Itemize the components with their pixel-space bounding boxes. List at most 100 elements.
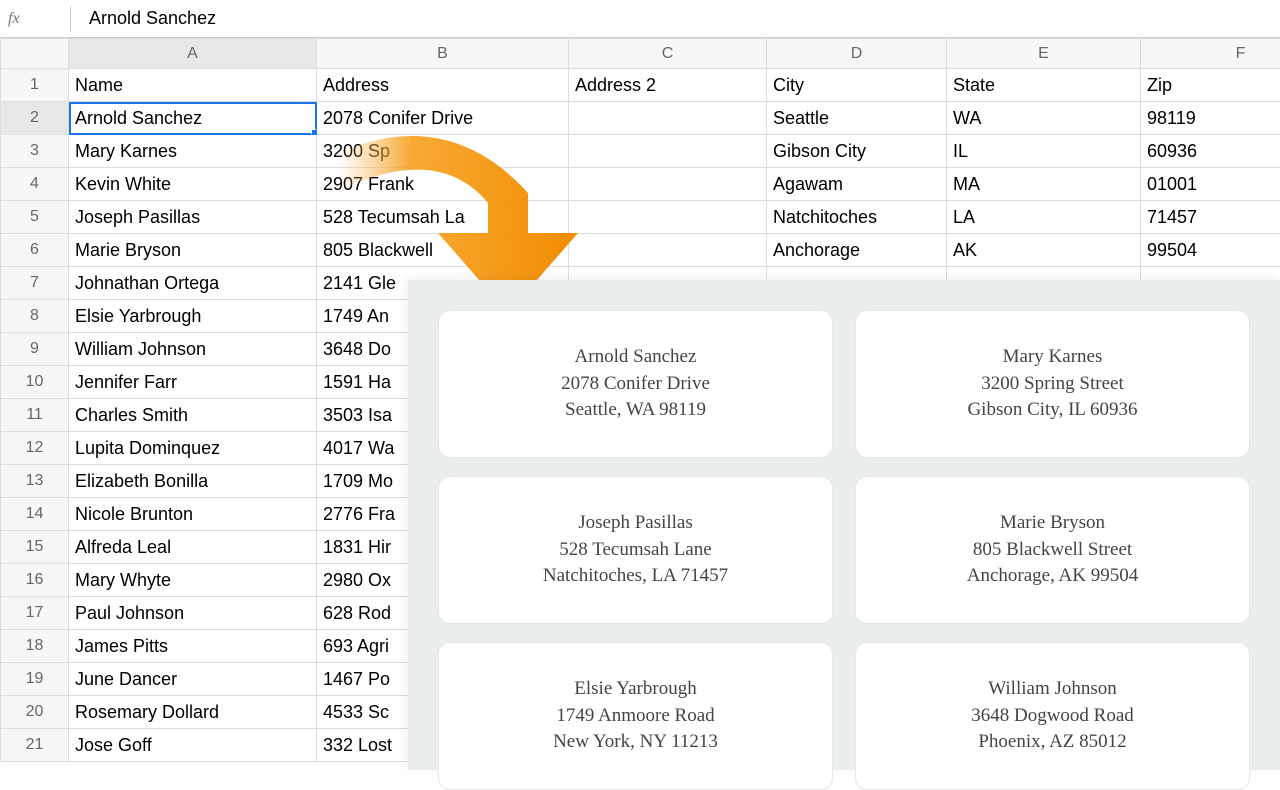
label-card: Joseph Pasillas 528 Tecumsah Lane Natchi… xyxy=(438,476,833,624)
cell[interactable]: LA xyxy=(947,201,1141,234)
cell[interactable]: 2078 Conifer Drive xyxy=(317,102,569,135)
cell[interactable]: 60936 xyxy=(1141,135,1280,168)
label-citystate: Gibson City, IL 60936 xyxy=(967,397,1137,424)
label-name: Arnold Sanchez xyxy=(575,344,697,371)
label-citystate: New York, NY 11213 xyxy=(553,729,718,756)
row-header[interactable]: 20 xyxy=(1,696,69,729)
row-header[interactable]: 18 xyxy=(1,630,69,663)
cell[interactable]: 805 Blackwell xyxy=(317,234,569,267)
cell[interactable]: 01001 xyxy=(1141,168,1280,201)
labels-preview-panel: Arnold Sanchez 2078 Conifer Drive Seattl… xyxy=(408,280,1280,770)
row-header[interactable]: 3 xyxy=(1,135,69,168)
label-name: Mary Karnes xyxy=(1003,344,1103,371)
row-header[interactable]: 11 xyxy=(1,399,69,432)
cell[interactable]: 71457 xyxy=(1141,201,1280,234)
cell[interactable] xyxy=(569,102,767,135)
cell[interactable] xyxy=(569,201,767,234)
cell[interactable]: 99504 xyxy=(1141,234,1280,267)
cell[interactable]: State xyxy=(947,69,1141,102)
row-header[interactable]: 12 xyxy=(1,432,69,465)
cell[interactable]: Address xyxy=(317,69,569,102)
cell[interactable]: 98119 xyxy=(1141,102,1280,135)
cell[interactable]: Anchorage xyxy=(767,234,947,267)
cell[interactable]: Rosemary Dollard xyxy=(69,696,317,729)
cell[interactable]: MA xyxy=(947,168,1141,201)
col-header-D[interactable]: D xyxy=(767,39,947,69)
cell[interactable]: 3200 Sp xyxy=(317,135,569,168)
cell[interactable]: WA xyxy=(947,102,1141,135)
cell[interactable]: Arnold Sanchez xyxy=(69,102,317,135)
label-name: Marie Bryson xyxy=(1000,510,1105,537)
label-citystate: Phoenix, AZ 85012 xyxy=(978,729,1126,756)
row-header[interactable]: 10 xyxy=(1,366,69,399)
table-row: 6Marie Bryson805 Blackwell AnchorageAK995… xyxy=(1,234,1280,267)
cell[interactable]: Paul Johnson xyxy=(69,597,317,630)
cell[interactable]: Joseph Pasillas xyxy=(69,201,317,234)
cell[interactable]: Marie Bryson xyxy=(69,234,317,267)
cell[interactable]: Lupita Dominquez xyxy=(69,432,317,465)
cell[interactable]: Agawam xyxy=(767,168,947,201)
cell[interactable]: 528 Tecumsah La xyxy=(317,201,569,234)
row-header[interactable]: 13 xyxy=(1,465,69,498)
row-header[interactable]: 16 xyxy=(1,564,69,597)
row-header[interactable]: 4 xyxy=(1,168,69,201)
col-header-A[interactable]: A xyxy=(69,39,317,69)
cell[interactable] xyxy=(569,234,767,267)
fx-icon[interactable]: fx xyxy=(8,10,58,28)
cell[interactable] xyxy=(569,168,767,201)
cell[interactable]: AK xyxy=(947,234,1141,267)
cell[interactable]: June Dancer xyxy=(69,663,317,696)
formula-bar: fx xyxy=(0,0,1280,38)
row-header[interactable]: 2 xyxy=(1,102,69,135)
row-header[interactable]: 17 xyxy=(1,597,69,630)
cell[interactable]: Charles Smith xyxy=(69,399,317,432)
cell[interactable]: Seattle xyxy=(767,102,947,135)
label-name: William Johnson xyxy=(988,676,1117,703)
cell[interactable] xyxy=(569,135,767,168)
cell[interactable]: Nicole Brunton xyxy=(69,498,317,531)
column-header-row: A B C D E F xyxy=(1,39,1280,69)
cell[interactable]: Jose Goff xyxy=(69,729,317,762)
col-header-C[interactable]: C xyxy=(569,39,767,69)
row-header[interactable]: 5 xyxy=(1,201,69,234)
label-citystate: Natchitoches, LA 71457 xyxy=(543,563,728,590)
cell[interactable]: Natchitoches xyxy=(767,201,947,234)
cell[interactable]: William Johnson xyxy=(69,333,317,366)
row-header[interactable]: 8 xyxy=(1,300,69,333)
cell[interactable]: Kevin White xyxy=(69,168,317,201)
cell[interactable]: 2907 Frank xyxy=(317,168,569,201)
select-all-corner[interactable] xyxy=(1,39,69,69)
cell[interactable]: City xyxy=(767,69,947,102)
cell[interactable]: IL xyxy=(947,135,1141,168)
cell[interactable]: Elsie Yarbrough xyxy=(69,300,317,333)
cell[interactable]: Johnathan Ortega xyxy=(69,267,317,300)
cell[interactable]: Gibson City xyxy=(767,135,947,168)
label-card: Elsie Yarbrough 1749 Anmoore Road New Yo… xyxy=(438,642,833,790)
label-address: 3200 Spring Street xyxy=(981,371,1124,398)
row-header[interactable]: 1 xyxy=(1,69,69,102)
cell[interactable]: Name xyxy=(69,69,317,102)
formula-input[interactable] xyxy=(83,4,1280,33)
row-header[interactable]: 15 xyxy=(1,531,69,564)
row-header[interactable]: 21 xyxy=(1,729,69,762)
label-name: Joseph Pasillas xyxy=(578,510,693,537)
row-header[interactable]: 9 xyxy=(1,333,69,366)
label-address: 1749 Anmoore Road xyxy=(556,703,714,730)
row-header[interactable]: 14 xyxy=(1,498,69,531)
col-header-F[interactable]: F xyxy=(1141,39,1280,69)
row-header[interactable]: 7 xyxy=(1,267,69,300)
label-citystate: Anchorage, AK 99504 xyxy=(967,563,1139,590)
cell[interactable]: Alfreda Leal xyxy=(69,531,317,564)
cell[interactable]: James Pitts xyxy=(69,630,317,663)
table-row: 5Joseph Pasillas528 Tecumsah La Natchitoc… xyxy=(1,201,1280,234)
cell[interactable]: Mary Karnes xyxy=(69,135,317,168)
row-header[interactable]: 6 xyxy=(1,234,69,267)
cell[interactable]: Address 2 xyxy=(569,69,767,102)
cell[interactable]: Mary Whyte xyxy=(69,564,317,597)
col-header-B[interactable]: B xyxy=(317,39,569,69)
cell[interactable]: Jennifer Farr xyxy=(69,366,317,399)
col-header-E[interactable]: E xyxy=(947,39,1141,69)
row-header[interactable]: 19 xyxy=(1,663,69,696)
cell[interactable]: Zip xyxy=(1141,69,1280,102)
cell[interactable]: Elizabeth Bonilla xyxy=(69,465,317,498)
